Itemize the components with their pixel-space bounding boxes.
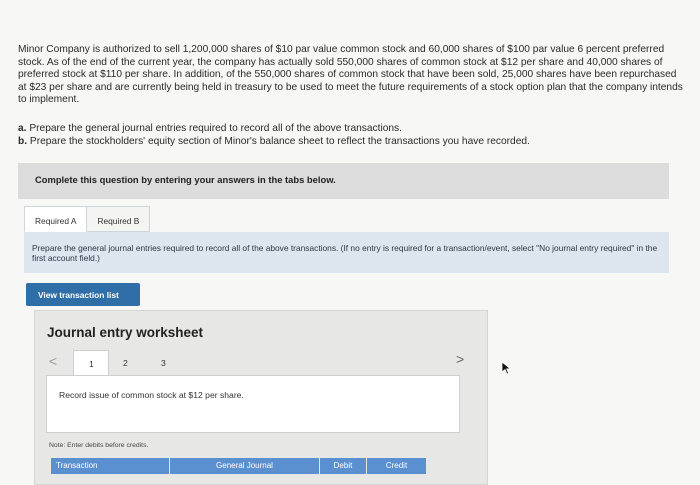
tab-required-b[interactable]: Required B xyxy=(87,206,151,232)
mouse-cursor-icon xyxy=(501,361,512,375)
part-a-text: Prepare the general journal entries requ… xyxy=(29,123,402,134)
part-b-label: b. xyxy=(18,135,28,147)
part-a: a. Prepare the general journal entries r… xyxy=(18,123,686,136)
instructions-text: Prepare the general journal entries requ… xyxy=(32,243,658,264)
worksheet-title: Journal entry worksheet xyxy=(47,325,204,340)
column-credit: Credit xyxy=(366,458,426,474)
part-b-text: Prepare the stockholders' equity section… xyxy=(29,135,530,147)
chevron-right-icon[interactable]: > xyxy=(456,351,464,367)
requirement-tabs: Required A Required B xyxy=(24,206,151,232)
page-tab-2[interactable]: 2 xyxy=(123,358,128,368)
problem-parts: a. Prepare the general journal entries r… xyxy=(18,123,686,148)
column-debit: Debit xyxy=(319,458,366,474)
page-tab-1[interactable]: 1 xyxy=(73,350,109,376)
page-tab-3[interactable]: 3 xyxy=(161,358,166,368)
instructions-banner: Complete this question by entering your … xyxy=(18,163,669,199)
column-general-journal: General Journal xyxy=(169,458,319,474)
entry-description-box: Record issue of common stock at $12 per … xyxy=(46,375,460,433)
journal-table-header: Transaction General Journal Debit Credit xyxy=(51,458,426,474)
debit-credit-note: Note: Enter debits before credits. xyxy=(49,442,149,449)
problem-statement: Minor Company is authorized to sell 1,20… xyxy=(18,44,686,107)
chevron-left-icon[interactable]: < xyxy=(49,353,57,369)
entry-description: Record issue of common stock at $12 per … xyxy=(59,390,244,400)
journal-entry-worksheet: Journal entry worksheet < 1 2 3 > Record… xyxy=(34,310,488,485)
view-transaction-list-button[interactable]: View transaction list xyxy=(26,283,140,306)
banner-text: Complete this question by entering your … xyxy=(35,174,336,185)
column-transaction: Transaction xyxy=(51,458,169,474)
tab-required-a[interactable]: Required A xyxy=(24,206,88,232)
problem-text: Minor Company is authorized to sell 1,20… xyxy=(18,44,683,106)
tab-instructions: Prepare the general journal entries requ… xyxy=(24,232,669,273)
part-a-label: a. xyxy=(18,123,27,134)
part-b: b. Prepare the stockholders' equity sect… xyxy=(18,136,686,149)
